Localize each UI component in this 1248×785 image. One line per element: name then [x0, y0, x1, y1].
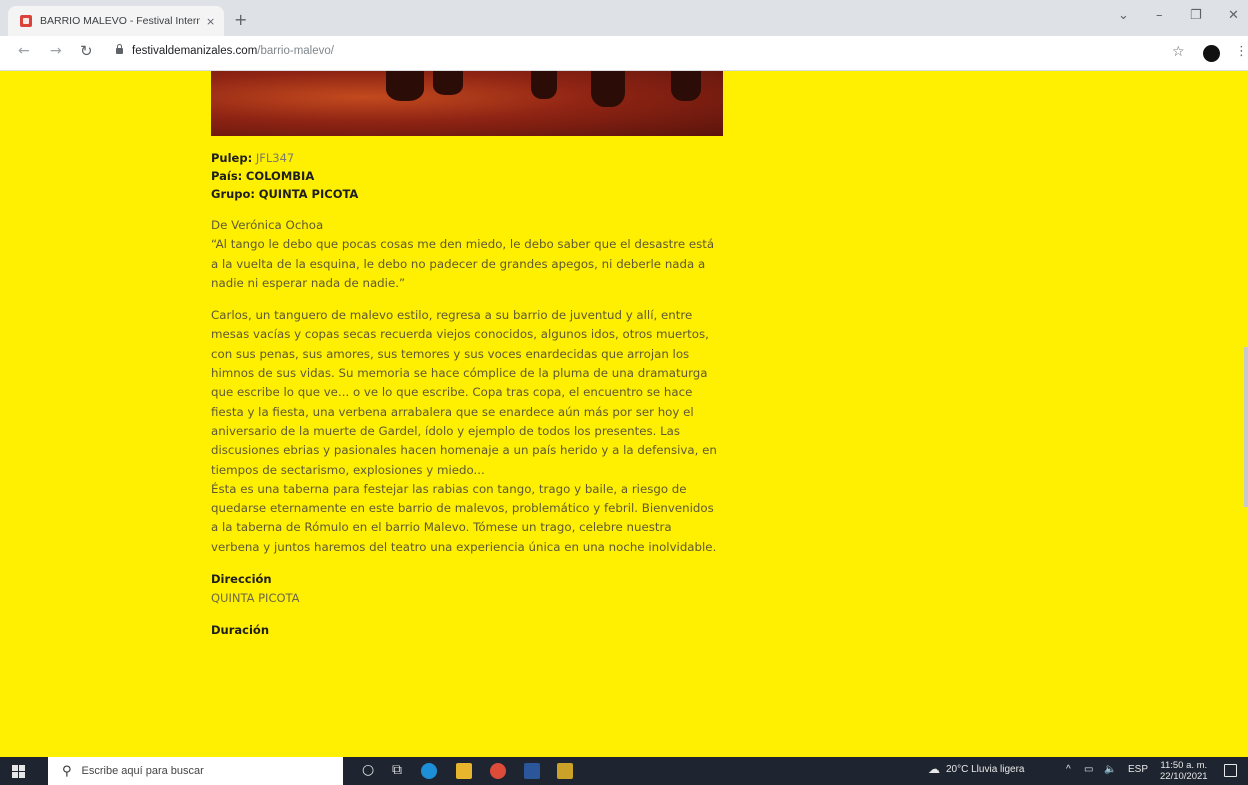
volume-icon[interactable]: 🔈 — [1104, 764, 1116, 775]
hero-figure — [671, 71, 701, 101]
synopsis-quote: “Al tango le debo que pocas cosas me den… — [211, 237, 715, 290]
close-window-button[interactable]: ✕ — [1228, 8, 1239, 23]
page-viewport: Pulep: JFL347 País: COLOMBIA Grupo: QUIN… — [0, 71, 1248, 757]
bookmark-star-icon[interactable]: ☆ — [1172, 44, 1185, 60]
pais-label: País: — [211, 169, 243, 183]
synopsis-author: De Verónica Ochoa — [211, 218, 324, 232]
language-indicator[interactable]: ESP — [1128, 764, 1148, 775]
hero-figure — [386, 71, 424, 101]
grupo-value: QUINTA PICOTA — [258, 187, 359, 201]
direccion-value: QUINTA PICOTA — [211, 591, 300, 606]
pais-line: País: COLOMBIA — [211, 167, 723, 185]
lock-icon[interactable] — [116, 44, 123, 54]
browser-tab[interactable]: BARRIO MALEVO - Festival Intern × — [8, 6, 224, 36]
pulep-value: JFL347 — [255, 151, 295, 165]
pais-value: COLOMBIA — [245, 169, 315, 183]
word-app-icon[interactable] — [524, 763, 540, 779]
chrome-browser-icon[interactable] — [490, 763, 506, 779]
browser-toolbar: ← → ↻ festivaldemanizales.com/barrio-mal… — [0, 36, 1248, 71]
reload-icon[interactable]: ↻ — [80, 42, 93, 60]
tab-close-icon[interactable]: × — [206, 15, 215, 28]
task-view-icon[interactable]: ⧉ — [392, 762, 402, 778]
weather-cloud-icon: ☁ — [928, 762, 940, 776]
synopsis-body-2: Ésta es una taberna para festejar las ra… — [211, 481, 717, 554]
browser-tab-strip: BARRIO MALEVO - Festival Intern × + ⌄ – … — [0, 0, 1248, 36]
new-tab-button[interactable]: + — [234, 10, 247, 29]
taskbar-clock[interactable]: 11:50 a. m. 22/10/2021 — [1160, 760, 1208, 782]
folder-app-icon[interactable] — [557, 763, 573, 779]
url-domain: festivaldemanizales.com — [132, 45, 258, 57]
taskbar-search-placeholder: Escribe aquí para buscar — [81, 765, 204, 777]
notifications-icon[interactable] — [1224, 764, 1237, 777]
tray-chevron-icon[interactable]: ^ — [1066, 764, 1071, 775]
clock-date: 22/10/2021 — [1160, 771, 1208, 782]
site-favicon-icon — [20, 15, 32, 27]
hero-figure — [531, 71, 557, 99]
pulep-line: Pulep: JFL347 — [211, 149, 723, 167]
page-scrollbar[interactable] — [1244, 347, 1248, 507]
tab-search-icon[interactable]: ⌄ — [1118, 8, 1129, 23]
event-details: Pulep: JFL347 País: COLOMBIA Grupo: QUIN… — [211, 149, 723, 639]
url-path: /barrio-malevo/ — [257, 45, 334, 57]
clock-time: 11:50 a. m. — [1160, 760, 1208, 771]
edge-browser-icon[interactable] — [421, 763, 437, 779]
grupo-label: Grupo: — [211, 187, 256, 201]
cortana-icon[interactable]: ○ — [362, 762, 374, 778]
search-icon: ⚲ — [62, 763, 72, 779]
restore-button[interactable]: ❐ — [1190, 8, 1202, 23]
windows-start-icon[interactable] — [12, 765, 25, 778]
forward-arrow-icon[interactable]: → — [50, 43, 62, 59]
grupo-line: Grupo: QUINTA PICOTA — [211, 185, 723, 203]
windows-taskbar: ⚲ Escribe aquí para buscar ○ ⧉ ☁ 20°C Ll… — [0, 757, 1248, 785]
minimize-button[interactable]: – — [1156, 8, 1163, 23]
file-explorer-icon[interactable] — [456, 763, 472, 779]
direccion-heading: Dirección — [211, 572, 272, 587]
pulep-label: Pulep: — [211, 151, 253, 165]
address-bar[interactable]: festivaldemanizales.com/barrio-malevo/ — [132, 45, 334, 57]
weather-text[interactable]: 20°C Lluvia ligera — [946, 764, 1025, 775]
hero-figure — [591, 71, 625, 107]
hero-figure — [433, 71, 463, 95]
back-arrow-icon[interactable]: ← — [18, 43, 30, 59]
profile-avatar[interactable] — [1203, 45, 1220, 62]
network-icon[interactable]: ▭ — [1084, 764, 1093, 775]
event-hero-image — [211, 71, 723, 136]
tab-title: BARRIO MALEVO - Festival Intern — [40, 15, 200, 27]
duracion-heading: Duración — [211, 623, 270, 638]
menu-kebab-icon[interactable]: ⋮ — [1235, 44, 1248, 59]
synopsis-body: Carlos, un tanguero de malevo estilo, re… — [211, 308, 717, 477]
taskbar-search-box[interactable]: ⚲ Escribe aquí para buscar — [48, 757, 343, 785]
